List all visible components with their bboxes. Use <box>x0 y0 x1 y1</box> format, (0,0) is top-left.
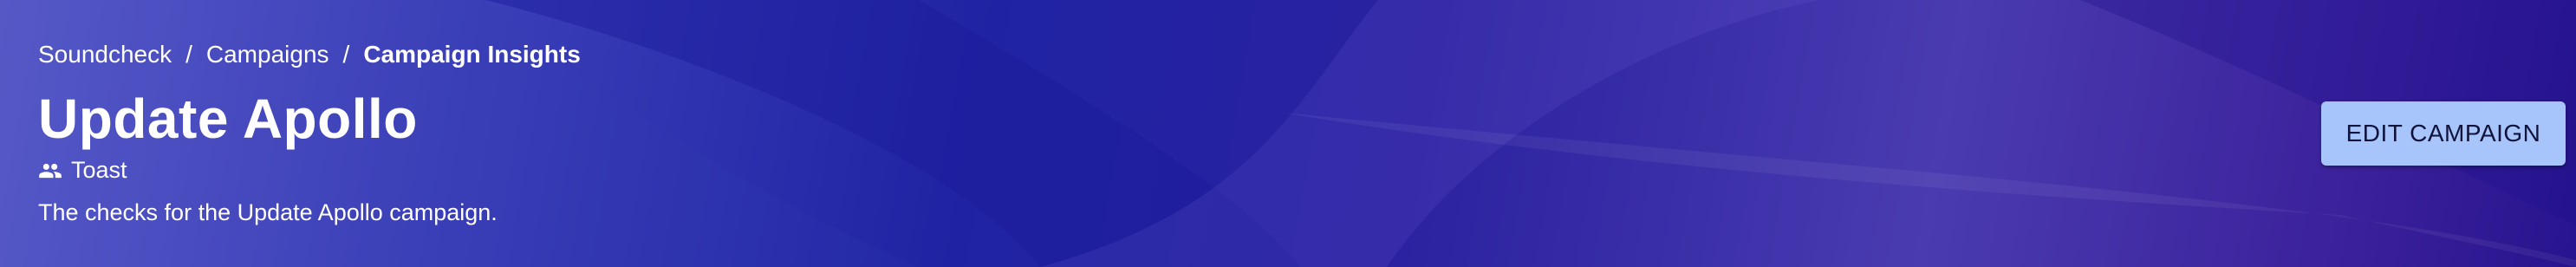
group-icon <box>38 159 62 183</box>
breadcrumb: Soundcheck / Campaigns / Campaign Insights <box>38 41 581 68</box>
breadcrumb-link-soundcheck[interactable]: Soundcheck <box>38 41 172 68</box>
campaign-description: The checks for the Update Apollo campaig… <box>38 199 498 225</box>
page-title: Update Apollo <box>38 88 418 150</box>
edit-campaign-button[interactable]: EDIT CAMPAIGN <box>2321 101 2566 166</box>
breadcrumb-current: Campaign Insights <box>363 41 581 68</box>
breadcrumb-link-campaigns[interactable]: Campaigns <box>206 41 329 68</box>
breadcrumb-separator: / <box>342 41 350 68</box>
owner-label: Toast <box>38 157 127 184</box>
owner-name[interactable]: Toast <box>71 157 127 184</box>
breadcrumb-separator: / <box>185 41 192 68</box>
campaign-header-banner: Soundcheck / Campaigns / Campaign Insights U… <box>0 0 2576 267</box>
